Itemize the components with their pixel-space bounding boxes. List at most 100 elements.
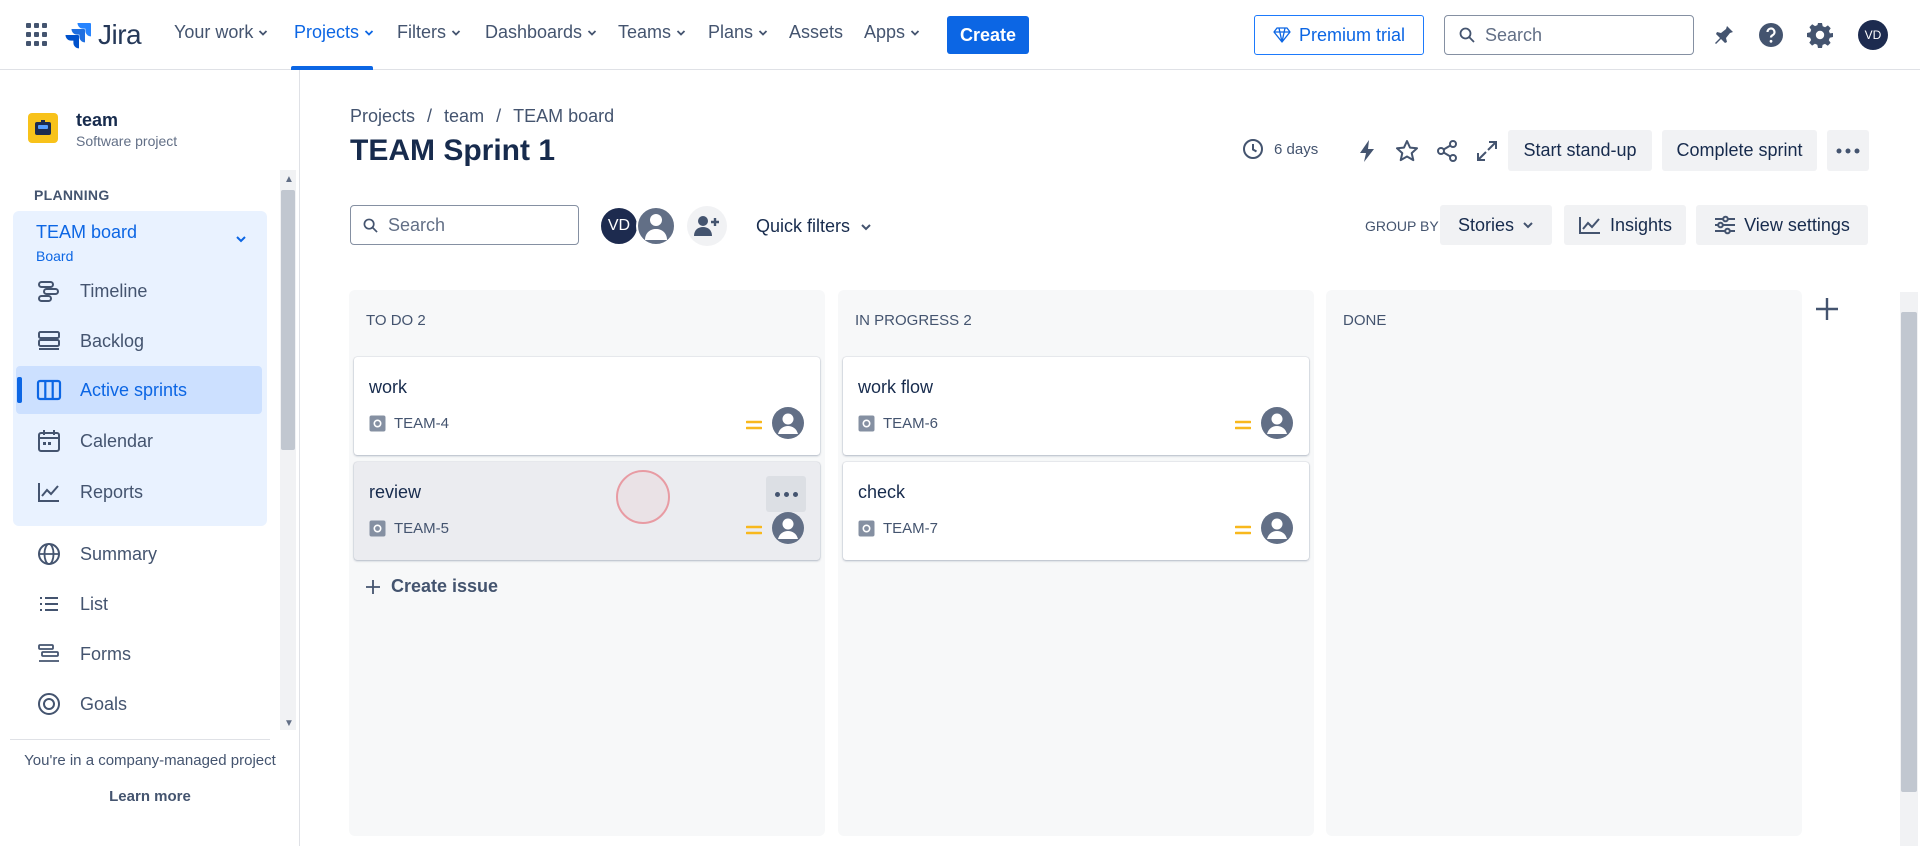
- star-icon[interactable]: [1393, 137, 1421, 165]
- globe-icon: [38, 543, 60, 565]
- board-columns-icon: [36, 379, 62, 401]
- sidebar-item-forms[interactable]: Forms: [36, 641, 131, 667]
- chart-line-icon: [38, 483, 59, 502]
- cursor-indicator: [616, 470, 670, 524]
- chevron-down-icon[interactable]: [234, 232, 248, 246]
- add-people-button[interactable]: [687, 206, 727, 246]
- sliders-icon: [1715, 215, 1736, 235]
- nav-assets[interactable]: Assets: [789, 22, 843, 43]
- notifications-icon[interactable]: [1710, 21, 1738, 49]
- issue-card[interactable]: work TEAM-4: [354, 357, 820, 455]
- nav-filters[interactable]: Filters: [397, 22, 461, 43]
- story-type-icon: [369, 415, 386, 432]
- nav-dashboards[interactable]: Dashboards: [485, 22, 597, 43]
- plus-icon: [366, 579, 380, 594]
- chevron-down-icon: [910, 29, 920, 36]
- issue-card[interactable]: check TEAM-7: [843, 462, 1309, 560]
- issue-summary: review: [369, 482, 422, 502]
- issue-summary: check: [858, 482, 906, 502]
- sprint-time-remaining[interactable]: 6 days: [1242, 138, 1318, 160]
- chevron-down-icon: [861, 223, 871, 230]
- app-switcher-icon[interactable]: [26, 23, 50, 47]
- active-item-indicator: [17, 377, 22, 403]
- avatar-filter-vd[interactable]: VD: [599, 206, 639, 246]
- nav-teams[interactable]: Teams: [618, 22, 686, 43]
- breadcrumb-projects[interactable]: Projects: [350, 106, 415, 127]
- nav-your-work[interactable]: Your work: [174, 22, 268, 43]
- unassigned-avatar-icon[interactable]: [1261, 512, 1293, 544]
- issue-key: TEAM-6: [858, 415, 938, 432]
- share-icon[interactable]: [1433, 137, 1461, 165]
- project-type: Software project: [76, 133, 178, 149]
- issue-summary: work flow: [858, 377, 934, 397]
- add-column-button[interactable]: [1808, 290, 1846, 328]
- scroll-down-arrow-icon[interactable]: ▼: [284, 718, 294, 729]
- sidebar-item-calendar[interactable]: Calendar: [36, 428, 153, 454]
- board-column-todo: TO DO 2 work TEAM-4 review TEAM-5 Create…: [349, 290, 825, 836]
- scroll-up-arrow-icon[interactable]: ▲: [284, 174, 294, 185]
- start-standup-button[interactable]: Start stand-up: [1508, 130, 1652, 171]
- board-selector[interactable]: TEAM board Board: [36, 222, 137, 264]
- chevron-down-icon: [758, 29, 768, 36]
- board-search-input[interactable]: Search: [350, 205, 579, 245]
- avatar-filter-unassigned[interactable]: [636, 206, 676, 246]
- settings-gear-icon[interactable]: [1806, 21, 1834, 49]
- help-icon[interactable]: [1757, 21, 1785, 49]
- project-header[interactable]: team Software project: [28, 110, 177, 149]
- board-scrollbar-thumb[interactable]: [1901, 312, 1917, 792]
- more-actions-button[interactable]: [1827, 130, 1869, 171]
- issue-card[interactable]: review TEAM-5: [354, 462, 820, 560]
- sidebar-item-goals[interactable]: Goals: [36, 691, 127, 717]
- sidebar-item-reports[interactable]: Reports: [36, 479, 143, 505]
- group-by-dropdown[interactable]: Stories: [1440, 205, 1552, 245]
- forms-icon: [38, 644, 59, 662]
- global-search-input[interactable]: Search: [1444, 15, 1694, 55]
- sidebar-item-backlog[interactable]: Backlog: [36, 328, 144, 354]
- nav-plans[interactable]: Plans: [708, 22, 768, 43]
- unassigned-avatar-icon[interactable]: [1261, 407, 1293, 439]
- group-by-label: GROUP BY: [1365, 218, 1439, 234]
- issue-card[interactable]: work flow TEAM-6: [843, 357, 1309, 455]
- sidebar-item-timeline[interactable]: Timeline: [36, 278, 147, 304]
- breadcrumb-team[interactable]: team: [444, 106, 484, 127]
- card-more-actions-button[interactable]: [766, 476, 806, 512]
- project-avatar: [28, 113, 58, 143]
- create-issue-button[interactable]: Create issue: [365, 576, 498, 597]
- automation-bolt-icon[interactable]: [1353, 137, 1381, 165]
- chevron-down-icon: [259, 29, 268, 36]
- insights-button[interactable]: Insights: [1564, 205, 1686, 245]
- jira-logo-icon: [65, 23, 91, 49]
- nav-apps[interactable]: Apps: [864, 22, 920, 43]
- priority-medium-icon: [1235, 420, 1251, 430]
- breadcrumb: Projects / team / TEAM board: [350, 106, 614, 127]
- planning-section-label: PLANNING: [34, 187, 110, 203]
- sidebar-item-list[interactable]: List: [36, 591, 108, 617]
- project-name: team: [76, 110, 119, 130]
- premium-trial-button[interactable]: Premium trial: [1254, 15, 1424, 55]
- plus-icon: [1816, 298, 1838, 320]
- nav-projects[interactable]: Projects: [294, 22, 374, 43]
- view-settings-button[interactable]: View settings: [1696, 205, 1868, 245]
- create-button[interactable]: Create: [947, 16, 1029, 54]
- unassigned-avatar-icon[interactable]: [772, 512, 804, 544]
- unassigned-avatar-icon[interactable]: [772, 407, 804, 439]
- quick-filters-dropdown[interactable]: Quick filters: [756, 216, 872, 237]
- timeline-icon: [38, 281, 59, 302]
- complete-sprint-button[interactable]: Complete sprint: [1662, 130, 1817, 171]
- search-icon: [363, 218, 378, 233]
- fullscreen-icon[interactable]: [1473, 137, 1501, 165]
- breadcrumb-board[interactable]: TEAM board: [513, 106, 614, 127]
- insights-chart-icon: [1578, 217, 1600, 234]
- jira-logo[interactable]: Jira: [64, 18, 142, 52]
- learn-more-link[interactable]: Learn more: [0, 788, 300, 805]
- goal-icon: [38, 693, 60, 715]
- chevron-down-icon: [676, 29, 686, 36]
- user-avatar[interactable]: VD: [1858, 20, 1888, 50]
- chevron-down-icon: [1523, 222, 1533, 229]
- page-title: TEAM Sprint 1: [350, 134, 556, 167]
- sidebar-item-summary[interactable]: Summary: [36, 541, 157, 567]
- breadcrumb-separator: /: [427, 106, 433, 126]
- sidebar-scrollbar-thumb[interactable]: [281, 190, 295, 450]
- issue-key: TEAM-4: [369, 415, 449, 432]
- sidebar-item-active-sprints[interactable]: Active sprints: [36, 377, 187, 403]
